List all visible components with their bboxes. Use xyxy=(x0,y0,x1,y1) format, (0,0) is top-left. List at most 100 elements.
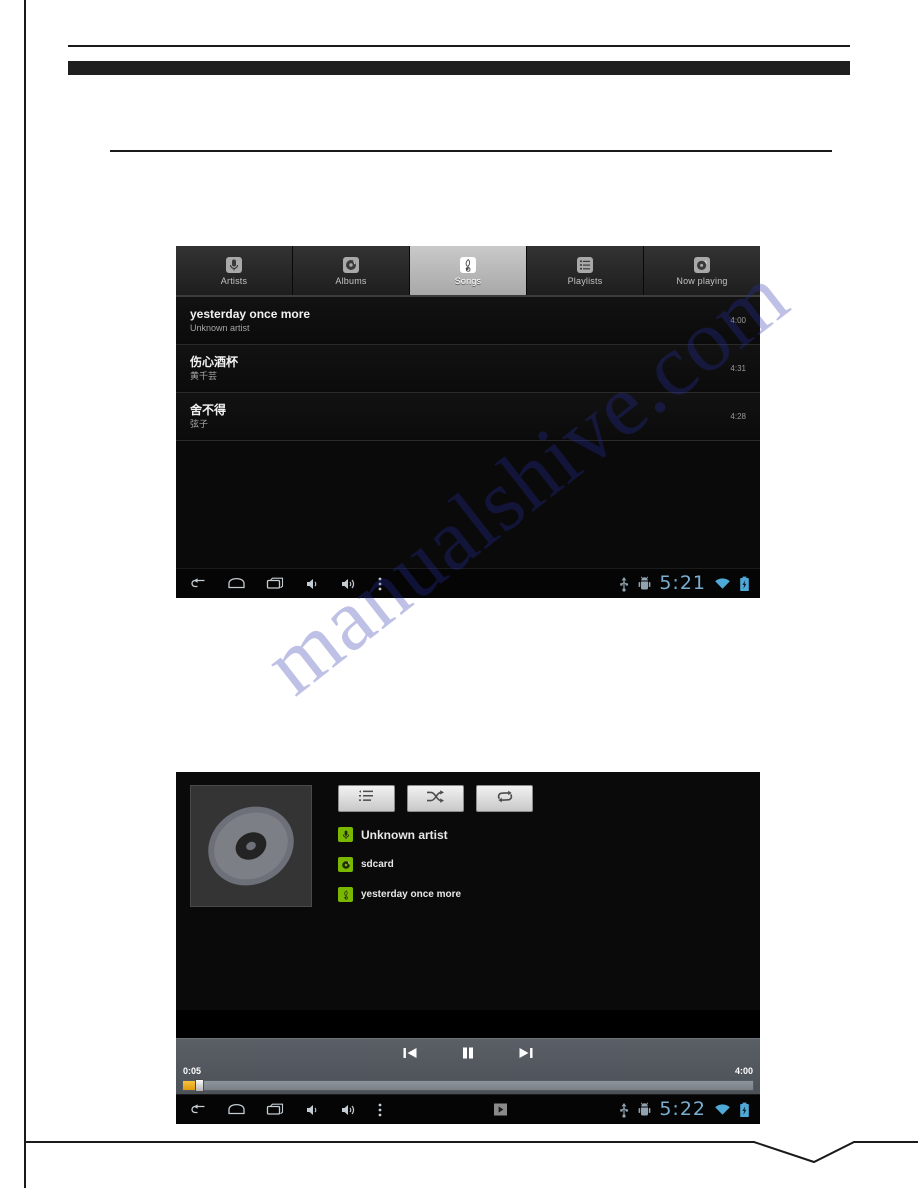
songs-screen-device: Artists Albums Songs Playlists Now playi… xyxy=(176,246,760,598)
list-icon xyxy=(575,255,595,275)
overflow-menu-icon[interactable] xyxy=(377,576,383,592)
android-debug-icon xyxy=(638,576,651,592)
disc-icon xyxy=(341,255,361,275)
seek-track[interactable] xyxy=(182,1080,754,1091)
table-row[interactable]: 舍不得 弦子 4:28 xyxy=(176,393,760,441)
now-playing-icon xyxy=(692,255,712,275)
shuffle-button[interactable] xyxy=(407,785,464,812)
wifi-icon xyxy=(714,577,731,591)
time-labels: 0:05 4:00 xyxy=(176,1066,760,1076)
back-icon[interactable] xyxy=(190,577,207,591)
volume-down-icon[interactable] xyxy=(305,577,320,591)
footer-notch-line xyxy=(24,1141,918,1164)
song-artist: 弦子 xyxy=(190,419,209,429)
seek-bar[interactable] xyxy=(182,1079,754,1092)
transport-buttons xyxy=(176,1039,760,1067)
seek-thumb[interactable] xyxy=(195,1079,204,1092)
treble-clef-icon xyxy=(338,887,353,902)
wifi-icon xyxy=(714,1103,731,1117)
volume-up-icon[interactable] xyxy=(340,1103,357,1117)
table-row[interactable]: 伤心酒杯 黄千芸 4:31 xyxy=(176,345,760,393)
volume-up-icon[interactable] xyxy=(340,577,357,591)
disc-icon xyxy=(338,857,353,872)
home-icon[interactable] xyxy=(227,1103,246,1117)
android-navigation-bar: 5:22 xyxy=(176,1094,760,1124)
now-playing-body: Unknown artist sdcard yesterday once mor… xyxy=(176,772,760,1010)
next-track-icon[interactable] xyxy=(515,1042,537,1064)
nav-notification-area xyxy=(383,1102,618,1117)
song-title: 伤心酒杯 xyxy=(190,355,239,369)
repeat-icon xyxy=(496,789,514,809)
song-info: yesterday once more Unknown artist xyxy=(190,307,310,334)
tab-artists[interactable]: Artists xyxy=(176,246,293,295)
song-list: yesterday once more Unknown artist 4:00 … xyxy=(176,297,760,572)
now-playing-device: Unknown artist sdcard yesterday once mor… xyxy=(176,772,760,1124)
tab-albums-label: Albums xyxy=(335,275,367,286)
microphone-icon xyxy=(224,255,244,275)
meta-album-label: sdcard xyxy=(361,859,394,870)
header-black-bar xyxy=(68,61,850,75)
page-left-border xyxy=(24,0,26,1188)
song-duration: 4:31 xyxy=(730,364,746,373)
song-info: 舍不得 弦子 xyxy=(190,403,226,430)
usb-icon xyxy=(618,576,630,592)
tab-albums[interactable]: Albums xyxy=(293,246,410,295)
pause-icon[interactable] xyxy=(457,1042,479,1064)
battery-charging-icon xyxy=(739,576,750,592)
back-icon[interactable] xyxy=(190,1103,207,1117)
microphone-icon xyxy=(338,827,353,842)
tab-songs[interactable]: Songs xyxy=(410,246,527,295)
song-duration: 4:00 xyxy=(730,316,746,325)
header-top-rule xyxy=(68,45,850,47)
song-info: 伤心酒杯 黄千芸 xyxy=(190,355,238,382)
default-disc-art xyxy=(191,786,311,906)
transport-bar: 0:05 4:00 xyxy=(176,1038,760,1095)
table-row[interactable]: yesterday once more Unknown artist 4:00 xyxy=(176,297,760,345)
footer-decoration xyxy=(24,1128,918,1168)
nav-system-buttons xyxy=(176,1102,383,1118)
repeat-button[interactable] xyxy=(476,785,533,812)
android-debug-icon xyxy=(638,1102,651,1118)
tab-now-playing-label: Now playing xyxy=(676,275,728,286)
battery-charging-icon xyxy=(739,1102,750,1118)
tab-songs-label: Songs xyxy=(454,275,482,286)
previous-track-icon[interactable] xyxy=(399,1042,421,1064)
playlist-queue-icon xyxy=(358,789,375,809)
status-clock: 5:21 xyxy=(659,572,706,594)
meta-track-row[interactable]: yesterday once more xyxy=(338,887,533,902)
tab-playlists[interactable]: Playlists xyxy=(527,246,644,295)
elapsed-time: 0:05 xyxy=(183,1066,202,1076)
recents-icon[interactable] xyxy=(266,577,285,591)
song-duration: 4:28 xyxy=(730,412,746,421)
song-artist: Unknown artist xyxy=(190,323,250,333)
tab-playlists-label: Playlists xyxy=(567,275,603,286)
queue-button[interactable] xyxy=(338,785,395,812)
nav-status-area: 5:21 xyxy=(618,574,760,593)
media-playing-icon[interactable] xyxy=(493,1102,508,1117)
android-navigation-bar: 5:21 xyxy=(176,568,760,598)
nav-status-area: 5:22 xyxy=(618,1100,760,1119)
song-title: 舍不得 xyxy=(190,403,227,417)
song-artist: 黄千芸 xyxy=(190,371,218,381)
player-right-column: Unknown artist sdcard yesterday once mor… xyxy=(338,785,533,1010)
empty-list-area xyxy=(176,441,760,572)
home-icon[interactable] xyxy=(227,577,246,591)
meta-artist-label: Unknown artist xyxy=(361,827,448,842)
album-art xyxy=(190,785,312,907)
nav-system-buttons xyxy=(176,576,383,592)
meta-track-label: yesterday once more xyxy=(361,889,462,900)
tab-artists-label: Artists xyxy=(220,275,248,286)
meta-artist-row[interactable]: Unknown artist xyxy=(338,827,533,842)
volume-down-icon[interactable] xyxy=(305,1103,320,1117)
meta-album-row[interactable]: sdcard xyxy=(338,857,533,872)
recents-icon[interactable] xyxy=(266,1103,285,1117)
tab-now-playing[interactable]: Now playing xyxy=(644,246,760,295)
shuffle-icon xyxy=(426,789,445,809)
player-toolbar xyxy=(338,785,533,812)
status-clock: 5:22 xyxy=(659,1098,706,1120)
usb-icon xyxy=(618,1102,630,1118)
treble-clef-icon xyxy=(458,255,478,275)
total-time: 4:00 xyxy=(734,1066,753,1076)
song-title: yesterday once more xyxy=(190,307,311,321)
section-divider-rule xyxy=(110,150,832,152)
